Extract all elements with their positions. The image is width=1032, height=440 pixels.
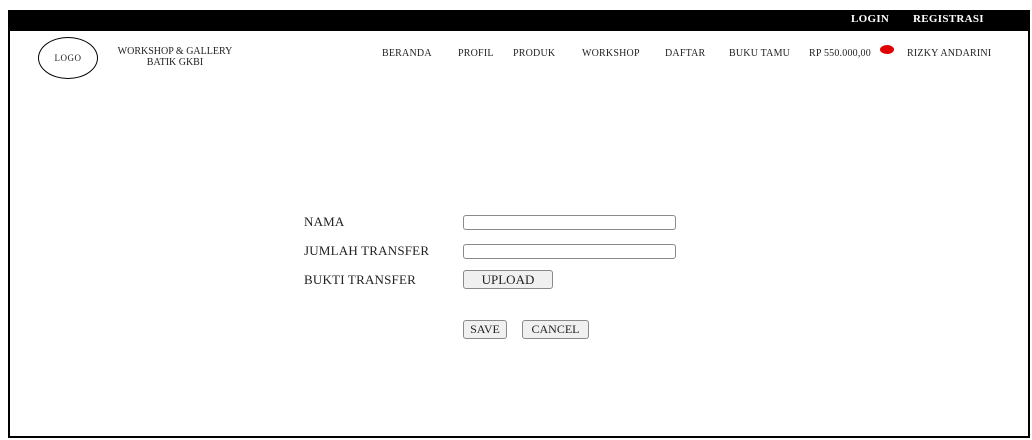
nav-item-workshop[interactable]: WORKSHOP: [582, 48, 640, 59]
nav-item-profil[interactable]: PROFIL: [458, 48, 494, 59]
upload-button[interactable]: UPLOAD: [463, 270, 553, 289]
name-label: NAMA: [304, 214, 345, 229]
cancel-button[interactable]: CANCEL: [522, 320, 589, 339]
top-bar: LOGIN REGISTRASI: [8, 10, 1030, 31]
cart-total[interactable]: RP 550.000,00: [809, 48, 871, 59]
amount-input[interactable]: [463, 244, 676, 259]
login-link[interactable]: LOGIN: [851, 13, 889, 25]
name-input[interactable]: [463, 215, 676, 230]
brand-name: WORKSHOP & GALLERY BATIK GKBI: [110, 46, 240, 68]
brand-line-1: WORKSHOP & GALLERY: [117, 46, 233, 57]
brand-line-2: BATIK GKBI: [146, 57, 204, 68]
user-name[interactable]: RIZKY ANDARINI: [907, 48, 991, 59]
register-link[interactable]: REGISTRASI: [913, 13, 984, 25]
proof-label: BUKTI TRANSFER: [304, 272, 416, 287]
nav-item-beranda[interactable]: BERANDA: [382, 48, 432, 59]
nav-item-buku-tamu[interactable]: BUKU TAMU: [729, 48, 790, 59]
save-button[interactable]: SAVE: [463, 320, 507, 339]
logo[interactable]: LOGO: [38, 37, 98, 79]
amount-label: JUMLAH TRANSFER: [304, 243, 430, 258]
nav-item-daftar[interactable]: DAFTAR: [665, 48, 705, 59]
logo-text: LOGO: [54, 53, 82, 63]
cart-badge-icon[interactable]: [880, 45, 894, 54]
nav-item-produk[interactable]: PRODUK: [513, 48, 555, 59]
